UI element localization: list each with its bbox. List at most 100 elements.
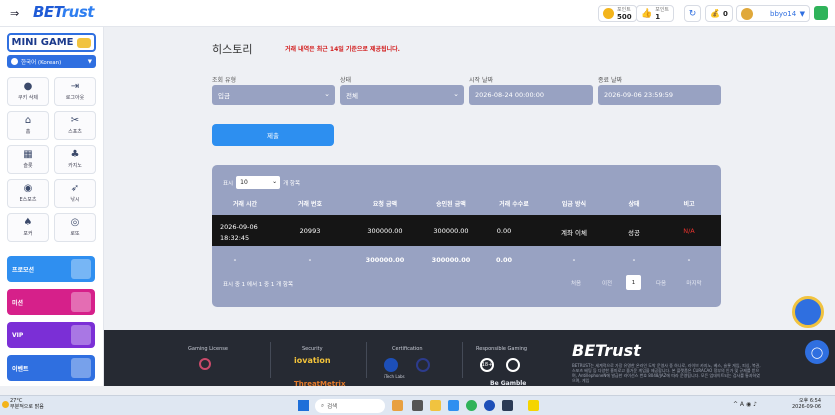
- language-select[interactable]: 한국어 (Korean) ▼: [7, 55, 96, 68]
- sidebar-item-label: 홈: [25, 129, 31, 135]
- refresh-button[interactable]: ↻: [684, 5, 701, 22]
- promo-label: 미션: [12, 299, 24, 307]
- store-icon[interactable]: [448, 400, 459, 411]
- total-cell: -: [632, 256, 636, 264]
- coin-icon: [603, 8, 614, 19]
- money-balance[interactable]: 💰 0: [705, 5, 733, 22]
- casino-icon: ♣: [70, 149, 80, 160]
- sidebar-item-logout[interactable]: ⇥ 로그아웃: [54, 77, 96, 106]
- total-cell: -: [687, 256, 691, 264]
- page-title: 히스토리: [212, 43, 253, 56]
- total-cell: -: [308, 256, 312, 264]
- gc-gaming-logo: [199, 358, 211, 370]
- chat-float-button[interactable]: ◯: [805, 340, 829, 364]
- kakaotalk-icon[interactable]: [528, 400, 539, 411]
- bonus-balance[interactable]: 👍 포인트 1: [636, 5, 675, 22]
- threatmetrix-logo: ThreatMetrix: [294, 380, 346, 388]
- column-header[interactable]: 거래 번호: [280, 199, 340, 208]
- gamcare-icon: [506, 358, 520, 372]
- total-cell: 300000.00: [431, 256, 471, 264]
- pagination-prev[interactable]: 이전: [597, 275, 617, 290]
- sidebar-item-label: E스포츠: [19, 197, 37, 203]
- begamble-logo: Be Gamble: [490, 380, 527, 387]
- status-value: 전체: [346, 92, 358, 100]
- promo-banner-mission[interactable]: 미션: [7, 289, 95, 315]
- weather-widget[interactable]: 27°C 부분적으로 맑음: [10, 398, 44, 410]
- sidebar-item-slot[interactable]: ▦ 슬롯: [7, 145, 49, 174]
- sidebar-item-label: 카지노: [68, 163, 82, 169]
- logo[interactable]: BETrust: [33, 3, 94, 21]
- taskbar-clock[interactable]: 오후 6:54 2026-09-06: [792, 398, 821, 410]
- poker-icon: ♠: [23, 217, 33, 228]
- column-header[interactable]: 승인된 금액: [418, 199, 484, 208]
- file-explorer-icon[interactable]: [430, 400, 441, 411]
- status-label: 상태: [340, 77, 352, 84]
- sidebar-item-cookie[interactable]: ● 쿠키 삭제: [7, 77, 49, 106]
- sidebar-item-casino[interactable]: ♣ 카지노: [54, 145, 96, 174]
- row-method: 계좌 이체: [561, 229, 587, 237]
- logo-text: BET: [33, 3, 62, 21]
- pagination-page-1[interactable]: 1: [626, 275, 641, 290]
- taskbar-app-icon[interactable]: [392, 400, 403, 411]
- gamepad-icon: [77, 37, 92, 48]
- system-tray[interactable]: ^ A ◉ ♪: [733, 401, 757, 408]
- promo-banner-vip[interactable]: VIP: [7, 322, 95, 348]
- sidebar: MINI GAME 한국어 (Korean) ▼ ● 쿠키 삭제 ⇥ 로그아웃 ⌂ 홈…: [0, 27, 104, 386]
- clock-date: 2026-09-06: [792, 404, 822, 410]
- gamepad-icon: ◉: [23, 183, 33, 194]
- pagination-next[interactable]: 다음: [651, 275, 671, 290]
- weather-desc: 부분적으로 맑음: [10, 404, 44, 410]
- show-suffix: 개 항목: [283, 180, 301, 187]
- sidebar-item-label: 포커: [23, 231, 33, 237]
- lotto-icon: ◎: [70, 217, 80, 228]
- table-info: 표시 중 1 에서 1 중 1 개 항목: [223, 282, 294, 288]
- points-balance[interactable]: 포인트 500: [598, 5, 637, 22]
- row-fee: 0.00: [496, 227, 512, 235]
- pagination-first[interactable]: 처음: [566, 275, 586, 290]
- type-select[interactable]: 입금 ⌄: [212, 85, 335, 105]
- sidebar-item-sports[interactable]: ✂ 스포츠: [54, 111, 96, 140]
- gift-box-float-button[interactable]: [792, 296, 824, 328]
- windows-start-icon[interactable]: [298, 400, 309, 411]
- column-header[interactable]: 거래 수수료: [484, 199, 544, 208]
- start-date-input[interactable]: 2026-08-24 00:00:00: [469, 85, 593, 105]
- logout-icon: ⇥: [70, 81, 80, 92]
- chevron-down-icon: ▼: [87, 58, 92, 65]
- sidebar-item-fishing[interactable]: ➶ 낚시: [54, 179, 96, 208]
- menu-toggle-icon[interactable]: ⇒: [10, 7, 19, 20]
- age-18-icon: 18+: [480, 358, 494, 372]
- iovation-logo: iovation: [294, 356, 331, 365]
- sidebar-item-home[interactable]: ⌂ 홈: [7, 111, 49, 140]
- column-header[interactable]: 요청 금액: [352, 199, 418, 208]
- telegram-icon[interactable]: [484, 400, 495, 411]
- column-header[interactable]: 입금 방식: [544, 199, 604, 208]
- chevron-down-icon: ⌄: [272, 178, 278, 185]
- chrome-icon[interactable]: [466, 400, 477, 411]
- sidebar-item-lotto[interactable]: ◎ 로또: [54, 213, 96, 242]
- submit-button[interactable]: 제출: [212, 124, 334, 146]
- end-date-input[interactable]: 2026-09-06 23:59:59: [598, 85, 721, 105]
- row-approved: 300000.00: [433, 227, 469, 235]
- promo-banner-event[interactable]: 이벤트: [7, 355, 95, 381]
- pagination-last[interactable]: 마지막: [680, 275, 708, 290]
- balance1-value: 500: [617, 12, 632, 21]
- column-header[interactable]: 비고: [664, 199, 714, 208]
- user-menu[interactable]: bbyo14 ▼: [736, 5, 810, 22]
- app-icon[interactable]: [502, 400, 513, 411]
- fishing-icon: ➶: [70, 183, 80, 194]
- page-size-select[interactable]: 10 ⌄: [236, 176, 281, 189]
- sidebar-item-poker[interactable]: ♠ 포커: [7, 213, 49, 242]
- column-header[interactable]: 상태: [604, 199, 664, 208]
- status-select[interactable]: 전체 ⌄: [340, 85, 464, 105]
- username: bbyo14: [770, 9, 797, 18]
- column-header[interactable]: 거래 시간: [220, 199, 270, 208]
- language-label: 한국어 (Korean): [21, 59, 62, 66]
- sidebar-item-esports[interactable]: ◉ E스포츠: [7, 179, 49, 208]
- total-cell: 300000.00: [365, 256, 405, 264]
- chat-icon[interactable]: [814, 6, 828, 20]
- chevron-down-icon: ⌄: [324, 90, 330, 98]
- mini-game-button[interactable]: MINI GAME: [7, 33, 96, 52]
- taskbar-search[interactable]: ⌕ 검색: [315, 399, 385, 413]
- promo-banner-promotion[interactable]: 프로모션: [7, 256, 95, 282]
- task-view-icon[interactable]: [412, 400, 423, 411]
